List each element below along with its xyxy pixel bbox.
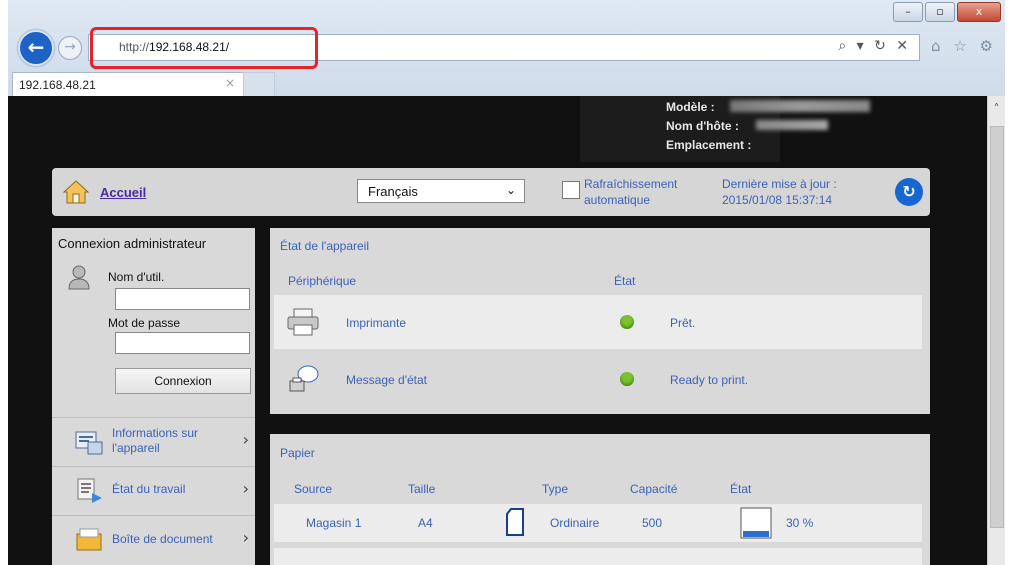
paper-level-fill: [743, 531, 769, 537]
login-title: Connexion administrateur: [58, 236, 207, 251]
chevron-right-icon: ›: [242, 479, 249, 498]
browser-chrome: – ▫ x ← → http://192.168.48.21/ ⌕ ▾ ↻ ✕ …: [8, 0, 1005, 97]
browser-window: – ▫ x ← → http://192.168.48.21/ ⌕ ▾ ↻ ✕ …: [8, 0, 1005, 565]
column-header-state: État: [614, 274, 636, 288]
status-ok-icon: [620, 372, 634, 386]
nav-label-line: Informations sur: [112, 426, 199, 440]
auto-refresh-label[interactable]: Rafraîchissement automatique: [584, 176, 677, 208]
home-bar: Accueil Français ⌄ Rafraîchissement auto…: [52, 168, 930, 216]
back-arrow-icon: ←: [27, 35, 45, 59]
model-value-redacted: [730, 100, 870, 112]
scrollbar-thumb[interactable]: [990, 126, 1004, 528]
device-status-panel: État de l'appareil Périphérique État Imp…: [270, 228, 930, 414]
tab-close-icon[interactable]: ×: [225, 76, 235, 90]
column-header-source: Source: [294, 482, 333, 496]
device-name: Message d'état: [346, 373, 428, 387]
paper-size: A4: [418, 516, 433, 530]
user-icon: [68, 265, 90, 290]
tab-title: 192.168.48.21: [19, 78, 96, 92]
close-window-button[interactable]: x: [957, 2, 1001, 22]
device-status-title: État de l'appareil: [280, 239, 370, 253]
last-update-time: 2015/01/08 15:37:14: [722, 193, 833, 207]
location-label: Emplacement :: [666, 138, 752, 152]
url-highlight-box: [90, 27, 318, 69]
left-panel: Connexion administrateur Nom d'util. Mot…: [52, 228, 255, 565]
home-icon[interactable]: [62, 179, 90, 205]
password-label: Mot de passe: [108, 316, 181, 330]
last-update-label: Dernière mise à jour :: [722, 177, 837, 191]
nav-label-job-status: État du travail: [112, 482, 186, 496]
username-label: Nom d'util.: [108, 270, 165, 284]
minimize-button[interactable]: –: [893, 2, 923, 22]
column-header-type: Type: [542, 482, 569, 496]
home-link[interactable]: Accueil: [100, 185, 146, 200]
username-input[interactable]: [115, 288, 250, 310]
device-info-icon: [75, 431, 103, 455]
paper-level: 30 %: [786, 516, 814, 530]
printer-icon: [287, 308, 319, 336]
login-button[interactable]: Connexion: [115, 368, 251, 394]
auto-refresh-checkbox[interactable]: [562, 181, 580, 199]
job-status-icon: [77, 478, 102, 503]
forward-button[interactable]: →: [58, 36, 82, 60]
new-tab-button[interactable]: [243, 72, 275, 96]
back-button[interactable]: ←: [18, 30, 54, 66]
nav-label-line: l'appareil: [112, 441, 160, 455]
paper-title: Papier: [280, 446, 315, 460]
auto-refresh-line2: automatique: [584, 193, 651, 207]
vertical-scrollbar[interactable]: ˄: [987, 96, 1005, 565]
status-row: Message d'état Ready to print.: [274, 352, 922, 406]
message-icon: [289, 365, 319, 392]
window-controls: – ▫ x: [893, 2, 1001, 24]
auto-refresh-line1: Rafraîchissement: [584, 177, 678, 191]
paper-type: Ordinaire: [550, 516, 600, 530]
document-box-icon: [76, 528, 102, 551]
nav-item-document-box[interactable]: Boîte de document ›: [52, 515, 255, 564]
column-header-device: Périphérique: [288, 274, 357, 288]
last-update-info: Dernière mise à jour : 2015/01/08 15:37:…: [722, 176, 837, 208]
chevron-down-icon: ⌄: [505, 183, 516, 197]
language-select[interactable]: Français ⌄: [357, 179, 525, 203]
paper-level-gauge: [740, 507, 772, 539]
paper-row: [274, 548, 922, 565]
paper-source: Magasin 1: [306, 516, 362, 530]
device-state: Ready to print.: [670, 373, 749, 387]
paper-capacity: 500: [642, 516, 663, 530]
browser-tab[interactable]: 192.168.48.21 ×: [12, 72, 244, 97]
nav-item-device-info[interactable]: Informations sur l'appareil ›: [52, 417, 255, 466]
paper-sheet-icon: [506, 508, 524, 536]
address-controls[interactable]: ⌕ ▾ ↻ ✕: [838, 38, 911, 54]
status-row: Imprimante Prêt.: [274, 295, 922, 349]
device-name: Imprimante: [346, 316, 407, 330]
refresh-button[interactable]: ↻: [895, 178, 923, 206]
column-header-state: État: [730, 482, 752, 496]
host-label: Nom d'hôte :: [666, 119, 739, 133]
toolbar-icons[interactable]: ⌂ ☆ ⚙: [931, 37, 997, 55]
chevron-right-icon: ›: [242, 430, 249, 449]
nav-item-job-status[interactable]: État du travail ›: [52, 466, 255, 515]
language-value: Français: [368, 184, 418, 199]
device-state: Prêt.: [670, 316, 696, 330]
column-header-size: Taille: [408, 482, 436, 496]
paper-row: Magasin 1 A4 Ordinaire 500 30 %: [274, 504, 922, 542]
refresh-icon: ↻: [902, 182, 916, 201]
column-header-capacity: Capacité: [630, 482, 678, 496]
maximize-button[interactable]: ▫: [925, 2, 955, 22]
forward-arrow-icon: →: [64, 39, 76, 55]
nav-label-document-box: Boîte de document: [112, 532, 213, 546]
chevron-right-icon: ›: [242, 528, 249, 547]
paper-panel: Papier Source Taille Type Capacité État …: [270, 434, 930, 565]
nav-label-device-info: Informations sur l'appareil: [112, 426, 198, 456]
host-value-redacted: [756, 120, 828, 130]
scroll-up-icon[interactable]: ˄: [988, 102, 1005, 116]
status-ok-icon: [620, 315, 634, 329]
password-input[interactable]: [115, 332, 250, 354]
